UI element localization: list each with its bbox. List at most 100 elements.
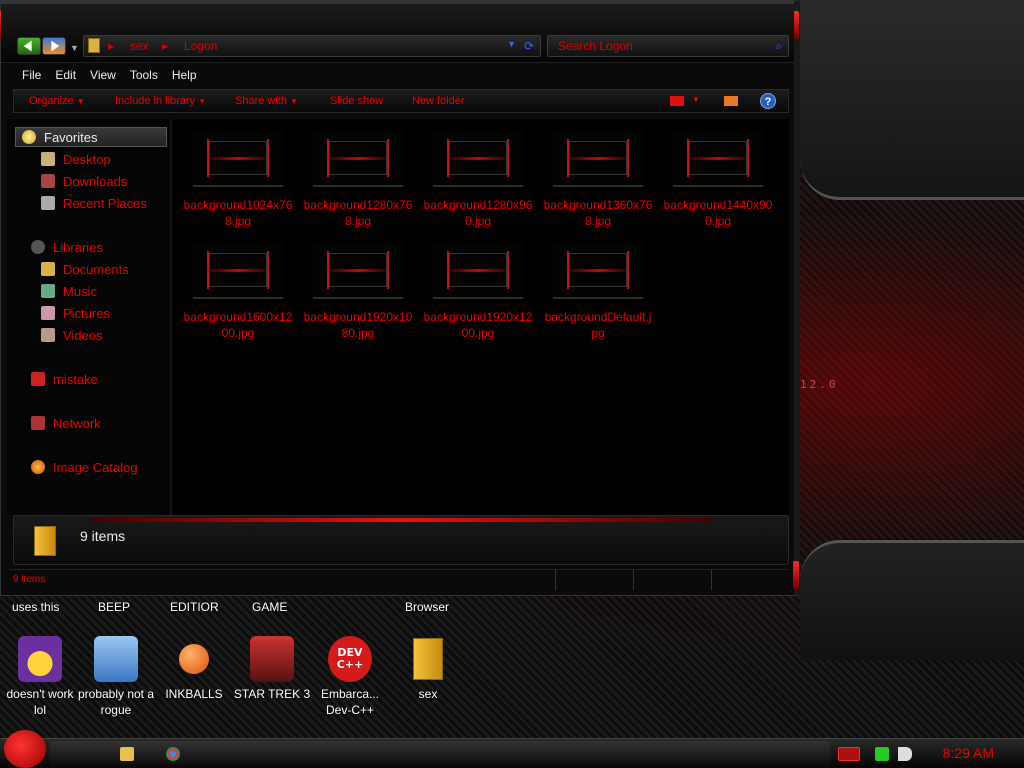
nav-libraries-label: Libraries xyxy=(53,239,103,255)
desktop-label-uses-this[interactable]: uses this xyxy=(12,600,59,614)
include-in-library-button[interactable]: Include in library ▼ xyxy=(115,95,206,107)
share-with-label: Share with xyxy=(235,95,287,107)
nav-recent-places[interactable]: Recent Places xyxy=(41,193,147,213)
breadcrumb-logon[interactable]: Logon xyxy=(184,39,217,53)
file-item[interactable]: background1920x1200.jpg xyxy=(423,243,533,341)
desktop-icon-label: INKBALLS xyxy=(165,687,223,701)
documents-icon xyxy=(41,262,55,276)
recent-pages-chevron-icon[interactable]: ▼ xyxy=(70,43,79,53)
volume-muted-icon[interactable] xyxy=(898,747,912,761)
view-options-chevron-icon[interactable]: ▼ xyxy=(692,95,700,104)
nav-documents[interactable]: Documents xyxy=(41,259,129,279)
address-dropdown-icon[interactable]: ▼ xyxy=(507,39,516,49)
search-input[interactable]: Search Logon ⌕ xyxy=(547,35,789,57)
back-arrow-icon xyxy=(23,40,32,52)
file-item[interactable]: background1280x768.jpg xyxy=(303,131,413,229)
address-separator-icon: ▸ xyxy=(108,39,115,53)
nav-network[interactable]: Network xyxy=(31,413,101,433)
back-button[interactable] xyxy=(17,37,41,55)
file-item[interactable]: background1920x1080.jpg xyxy=(303,243,413,341)
nav-libraries[interactable]: Libraries xyxy=(31,237,103,257)
star-wars-game-icon xyxy=(250,636,294,682)
desktop-icon-devcpp[interactable]: DEV C++ Embarca... Dev-C++ xyxy=(310,636,390,718)
yahoo-messenger-icon xyxy=(18,636,62,682)
image-thumbnail xyxy=(433,131,523,187)
pictures-icon xyxy=(41,306,55,320)
settings-gear-icon xyxy=(94,636,138,682)
nav-mistake[interactable]: mistake xyxy=(31,369,98,389)
image-thumbnail xyxy=(313,243,403,299)
image-catalog-icon xyxy=(31,460,45,474)
preview-pane-icon[interactable] xyxy=(724,96,738,106)
details-pane: 9 items xyxy=(13,515,789,565)
search-icon[interactable]: ⌕ xyxy=(775,39,782,54)
refresh-icon[interactable]: ⟳ xyxy=(524,39,534,53)
nav-documents-label: Documents xyxy=(63,261,129,277)
desktop-label-game[interactable]: GAME xyxy=(252,600,287,614)
organize-label: Organize xyxy=(29,95,74,107)
folder-icon xyxy=(406,636,450,682)
menu-tools[interactable]: Tools xyxy=(123,65,165,87)
breadcrumb-sex[interactable]: sex xyxy=(130,39,149,53)
file-item[interactable]: background1024x768.jpg xyxy=(183,131,293,229)
menu-file[interactable]: File xyxy=(15,65,48,87)
menu-view[interactable]: View xyxy=(83,65,123,87)
nav-favorites[interactable]: Favorites xyxy=(15,127,167,147)
nav-videos[interactable]: Videos xyxy=(41,325,103,345)
image-thumbnail xyxy=(553,131,643,187)
file-item[interactable]: background1360x768.jpg xyxy=(543,131,653,229)
image-thumbnail xyxy=(433,243,523,299)
desktop-icon-star-trek[interactable]: STAR TREK 3 xyxy=(232,636,312,702)
folder-icon xyxy=(34,526,56,556)
menu-edit[interactable]: Edit xyxy=(48,65,83,87)
nav-music[interactable]: Music xyxy=(41,281,97,301)
share-with-button[interactable]: Share with ▼ xyxy=(235,95,298,107)
homegroup-icon xyxy=(31,372,45,386)
file-name: backgroundDefault.jpg xyxy=(544,310,652,340)
taskbar-clock[interactable]: 8:29 AM xyxy=(943,745,994,761)
explorer-taskbar-icon[interactable] xyxy=(120,747,134,761)
desktop-label-editior[interactable]: EDITIOR xyxy=(170,600,219,614)
desktop-label-beep[interactable]: BEEP xyxy=(98,600,130,614)
nav-image-catalog[interactable]: Image Catalog xyxy=(31,457,138,477)
organize-button[interactable]: Organize ▼ xyxy=(29,95,85,107)
nav-downloads[interactable]: Downloads xyxy=(41,171,127,191)
address-bar[interactable]: ▸ sex ▸ Logon ▼ ⟳ xyxy=(83,35,541,57)
inkball-icon xyxy=(172,636,216,682)
star-icon xyxy=(22,130,36,144)
forward-button[interactable] xyxy=(42,37,66,55)
slide-show-button[interactable]: Slide show xyxy=(330,95,383,107)
nav-desktop[interactable]: Desktop xyxy=(41,149,111,169)
file-item[interactable]: background1440x900.jpg xyxy=(663,131,773,229)
nav-videos-label: Videos xyxy=(63,327,103,343)
nav-recent-label: Recent Places xyxy=(63,195,147,211)
desktop-label-browser[interactable]: Browser xyxy=(405,600,449,614)
include-library-label: Include in library xyxy=(115,95,196,107)
chrome-taskbar-icon[interactable] xyxy=(166,747,180,761)
nav-desktop-label: Desktop xyxy=(63,151,111,167)
status-bar: 9 items xyxy=(9,569,789,590)
file-name: background1360x768.jpg xyxy=(543,198,653,228)
folder-icon xyxy=(88,38,100,53)
desktop-icon-rogue[interactable]: probably not a rogue xyxy=(76,636,156,718)
network-tray-icon[interactable] xyxy=(875,747,889,761)
desktop-icon-label: STAR TREK 3 xyxy=(233,687,311,701)
file-item[interactable]: backgroundDefault.jpg xyxy=(543,243,653,341)
desktop-icon-label: sex xyxy=(418,687,438,701)
desktop-icon-inkballs[interactable]: INKBALLS xyxy=(154,636,234,702)
nav-image-catalog-label: Image Catalog xyxy=(53,459,138,475)
nav-music-label: Music xyxy=(63,283,97,299)
new-folder-button[interactable]: New folder xyxy=(412,95,465,107)
show-desktop-icon[interactable] xyxy=(838,747,860,761)
desktop-icon-sex-folder[interactable]: sex xyxy=(388,636,468,702)
desktop-icon-label: probably not a rogue xyxy=(77,687,155,717)
menu-help[interactable]: Help xyxy=(165,65,204,87)
desktop-icon-yahoo[interactable]: doesn't work lol xyxy=(0,636,80,718)
nav-pictures[interactable]: Pictures xyxy=(41,303,110,323)
start-button-angry-bird-icon[interactable] xyxy=(4,730,46,768)
change-view-icon[interactable] xyxy=(670,96,684,106)
help-icon[interactable]: ? xyxy=(760,93,776,109)
desktop-icon-label: Embarca... Dev-C++ xyxy=(320,687,380,717)
file-item[interactable]: background1280x960.jpg xyxy=(423,131,533,229)
file-item[interactable]: background1600x1200.jpg xyxy=(183,243,293,341)
